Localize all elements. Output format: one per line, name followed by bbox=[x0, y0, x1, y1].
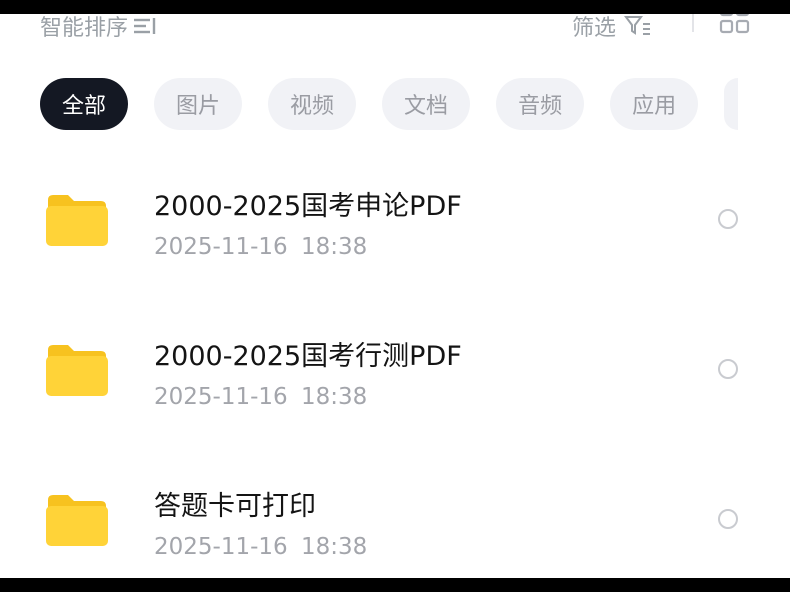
list-item[interactable]: 2000-2025国考行测PDF 2025-11-16 18:38 bbox=[0, 314, 790, 464]
tab-apps[interactable]: 应用 bbox=[610, 78, 699, 130]
list-item[interactable]: 答题卡可打印 2025-11-16 18:38 bbox=[0, 464, 790, 578]
toolbar: 智能排序 筛选 bbox=[0, 14, 790, 44]
file-date: 2025-11-16 bbox=[154, 384, 288, 410]
tab-label: 全部 bbox=[62, 94, 107, 119]
tab-videos[interactable]: 视频 bbox=[268, 78, 357, 130]
file-timestamp: 2025-11-16 18:38 bbox=[154, 234, 367, 260]
tab-label: 文档 bbox=[404, 94, 449, 119]
folder-icon bbox=[44, 492, 110, 548]
file-name: 2000-2025国考行测PDF bbox=[154, 341, 462, 372]
tab-label: 视频 bbox=[290, 94, 335, 119]
file-manager-screen: 智能排序 筛选 全部 图片 视频 文档 音频 应用 2000-2025国考申论P… bbox=[0, 14, 790, 578]
tab-overflow-edge[interactable] bbox=[724, 78, 739, 130]
select-checkbox[interactable] bbox=[718, 509, 738, 529]
file-name: 答题卡可打印 bbox=[154, 491, 316, 522]
tab-audio[interactable]: 音频 bbox=[496, 78, 585, 130]
select-checkbox[interactable] bbox=[718, 359, 738, 379]
file-date: 2025-11-16 bbox=[154, 534, 288, 560]
file-name: 2000-2025国考申论PDF bbox=[154, 191, 462, 222]
file-time: 18:38 bbox=[300, 384, 368, 410]
sort-lines-icon bbox=[132, 14, 158, 38]
list-item[interactable]: 2000-2025国考申论PDF 2025-11-16 18:38 bbox=[0, 164, 790, 314]
file-date: 2025-11-16 bbox=[154, 234, 288, 260]
tab-label: 音频 bbox=[518, 94, 563, 119]
tab-images[interactable]: 图片 bbox=[154, 78, 243, 130]
folder-icon bbox=[44, 342, 110, 398]
tab-documents[interactable]: 文档 bbox=[382, 78, 471, 130]
smart-sort-button[interactable]: 智能排序 bbox=[40, 14, 158, 42]
file-list: 2000-2025国考申论PDF 2025-11-16 18:38 2000-2… bbox=[0, 164, 790, 578]
filter-label: 筛选 bbox=[572, 16, 617, 41]
grid-view-icon bbox=[719, 14, 751, 38]
tab-label: 应用 bbox=[632, 94, 677, 119]
sort-label: 智能排序 bbox=[40, 16, 129, 41]
file-timestamp: 2025-11-16 18:38 bbox=[154, 384, 367, 410]
grid-view-button[interactable] bbox=[718, 14, 752, 38]
filter-button[interactable]: 筛选 bbox=[572, 14, 652, 42]
tab-all[interactable]: 全部 bbox=[40, 78, 129, 130]
file-time: 18:38 bbox=[300, 534, 368, 560]
tab-label: 图片 bbox=[176, 94, 221, 119]
select-checkbox[interactable] bbox=[718, 209, 738, 229]
filter-funnel-icon bbox=[624, 14, 652, 38]
file-time: 18:38 bbox=[300, 234, 368, 260]
folder-icon bbox=[44, 192, 110, 248]
category-tabs: 全部 图片 视频 文档 音频 应用 bbox=[40, 78, 739, 130]
file-timestamp: 2025-11-16 18:38 bbox=[154, 534, 367, 560]
toolbar-divider bbox=[692, 14, 694, 32]
